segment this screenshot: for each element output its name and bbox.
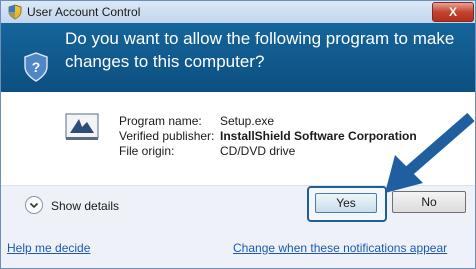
uac-shield-question-icon: ?	[24, 52, 48, 82]
svg-text:?: ?	[32, 59, 41, 75]
publisher-label: Verified publisher:	[119, 129, 215, 143]
header-question: Do you want to allow the following progr…	[65, 29, 455, 71]
help-me-decide-link[interactable]: Help me decide	[7, 241, 90, 255]
show-details-label[interactable]: Show details	[51, 199, 119, 213]
pointer-arrow-icon	[385, 112, 475, 193]
origin-label: File origin:	[119, 144, 175, 158]
title-bar: User Account Control X	[1, 1, 475, 23]
yes-button-highlight: Yes	[307, 186, 387, 222]
show-details-toggle[interactable]	[25, 196, 43, 214]
shield-icon	[8, 4, 22, 20]
program-name-label: Program name:	[119, 114, 202, 128]
program-labels: Program name: Verified publisher: File o…	[119, 114, 214, 159]
uac-dialog: User Account Control X ? Do you want to …	[0, 0, 476, 269]
close-button[interactable]: X	[432, 2, 474, 22]
change-notifications-link[interactable]: Change when these notifications appear	[233, 241, 447, 255]
chevron-down-icon	[29, 202, 39, 209]
program-icon	[65, 113, 99, 140]
close-icon: X	[448, 5, 457, 19]
window-title: User Account Control	[27, 5, 141, 19]
yes-button[interactable]: Yes	[315, 193, 377, 213]
